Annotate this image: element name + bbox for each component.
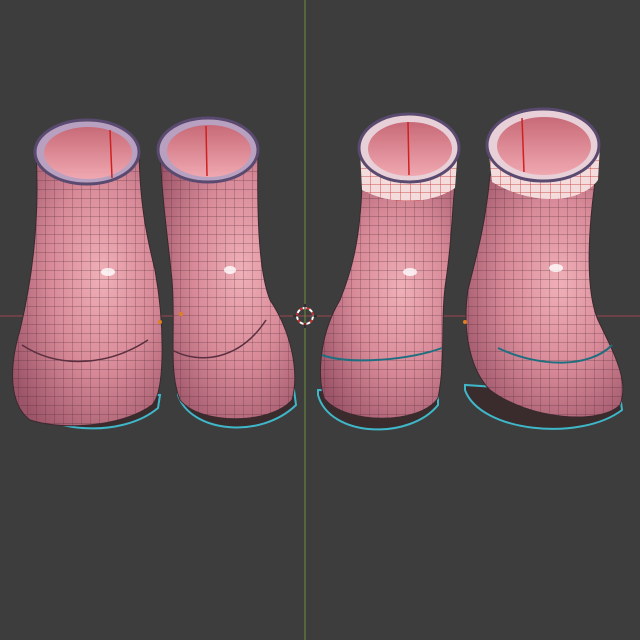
boot-highlight xyxy=(403,268,417,276)
boot-highlight xyxy=(549,264,563,272)
boot-opening xyxy=(497,117,591,175)
boot-seam xyxy=(205,125,208,177)
boot-opening xyxy=(368,122,452,176)
boot-seam xyxy=(407,121,410,176)
object-origin-dot[interactable] xyxy=(179,312,183,316)
3d-viewport[interactable] xyxy=(0,0,640,640)
boot-highlight xyxy=(224,266,236,274)
boot-opening xyxy=(44,127,132,179)
boot-opening xyxy=(167,125,251,177)
object-origin-dot[interactable] xyxy=(158,320,162,324)
boot-highlight xyxy=(101,268,115,276)
object-origin-dot[interactable] xyxy=(463,320,467,324)
